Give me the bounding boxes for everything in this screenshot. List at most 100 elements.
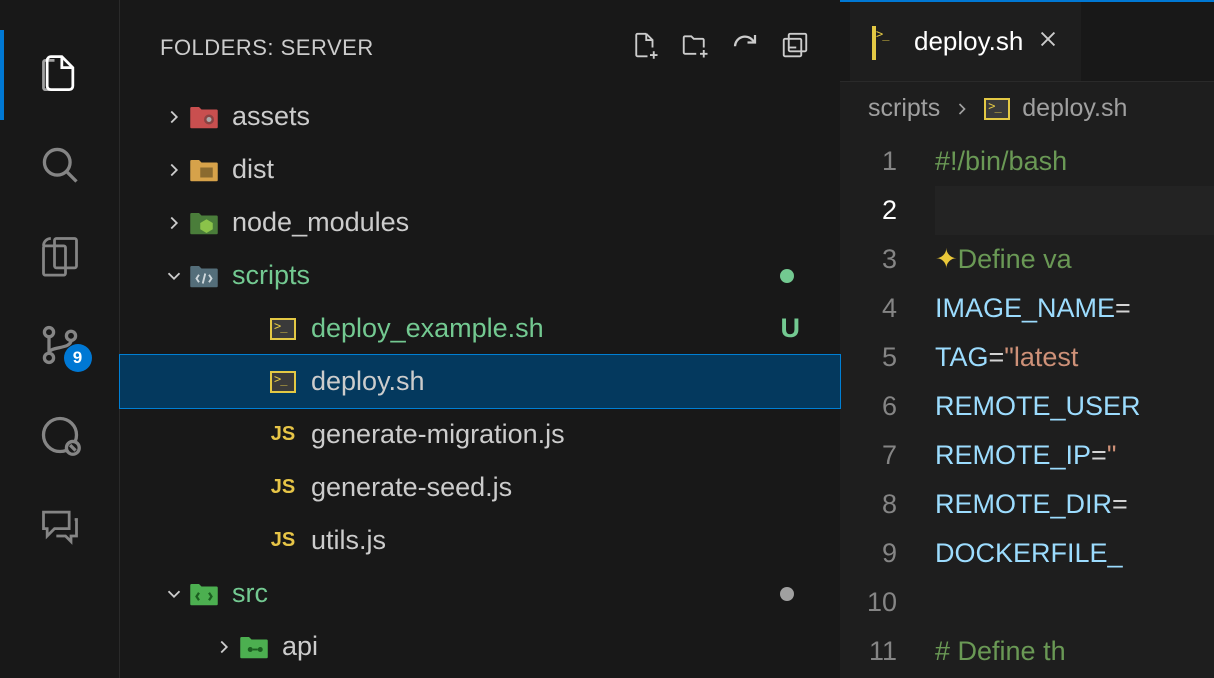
js-icon xyxy=(267,525,299,557)
activity-bar: 9 xyxy=(0,0,120,678)
refresh-button[interactable] xyxy=(730,30,760,65)
token-comment: #!/bin/bash xyxy=(935,146,1067,176)
git-status-badge: U xyxy=(781,313,801,344)
folder-src[interactable]: src xyxy=(120,567,840,620)
folder-assets[interactable]: assets xyxy=(120,90,840,143)
explorer-sidebar: FOLDERS: SERVER assets dist node_modulessc… xyxy=(120,0,840,678)
breadcrumb[interactable]: scripts deploy.sh xyxy=(840,82,1214,135)
code-line[interactable]: #!/bin/bash xyxy=(935,137,1214,186)
token-text: = xyxy=(1115,293,1131,323)
line-number: 1 xyxy=(840,137,897,186)
folder-api[interactable]: api xyxy=(120,620,840,673)
folder-node-icon xyxy=(188,207,220,239)
line-number: 9 xyxy=(840,529,897,578)
timeline-icon xyxy=(38,413,82,457)
shell-icon xyxy=(984,98,1010,120)
file-utils.js[interactable]: utils.js xyxy=(120,514,840,567)
breadcrumb-item[interactable]: deploy.sh xyxy=(1022,94,1127,123)
file-deploy_example.sh[interactable]: deploy_example.shU xyxy=(120,302,840,355)
file-generate-seed.js[interactable]: generate-seed.js xyxy=(120,461,840,514)
code-editor[interactable]: 1234567891011 #!/bin/bash✦Define vaIMAGE… xyxy=(840,135,1214,678)
folder-node_modules[interactable]: node_modules xyxy=(120,196,840,249)
code-line[interactable]: REMOTE_USER xyxy=(935,382,1214,431)
code-line[interactable] xyxy=(935,186,1214,235)
js-icon xyxy=(267,419,299,451)
file-deploy.sh[interactable]: deploy.sh xyxy=(120,355,840,408)
shell-icon xyxy=(872,28,900,56)
editor-tabs: deploy.sh xyxy=(840,0,1214,82)
outline-icon xyxy=(38,233,82,277)
tab-deploy-sh[interactable]: deploy.sh xyxy=(850,2,1081,81)
folder-scripts[interactable]: scripts xyxy=(120,249,840,302)
file-generate-migration.js[interactable]: generate-migration.js xyxy=(120,408,840,461)
folder-dist-icon xyxy=(188,154,220,186)
collapse-button[interactable] xyxy=(780,30,810,65)
code-line[interactable]: REMOTE_IP=" xyxy=(935,431,1214,480)
token-comment: Define va xyxy=(958,244,1072,274)
refresh-icon xyxy=(730,30,760,60)
new-file-button[interactable] xyxy=(630,30,660,65)
tree-label: src xyxy=(232,578,840,609)
chevron-right-icon[interactable] xyxy=(210,633,238,661)
new-folder-button[interactable] xyxy=(680,30,710,65)
code-line[interactable]: DOCKERFILE_ xyxy=(935,529,1214,578)
token-var: REMOTE_DIR xyxy=(935,489,1112,519)
git-dot-icon xyxy=(780,587,794,601)
tab-close-button[interactable] xyxy=(1037,26,1059,57)
chevron-down-icon[interactable] xyxy=(160,262,188,290)
line-number: 6 xyxy=(840,382,897,431)
line-number: 7 xyxy=(840,431,897,480)
breadcrumb-item[interactable]: scripts xyxy=(868,94,940,123)
code-line[interactable]: ✦Define va xyxy=(935,235,1214,284)
line-number: 5 xyxy=(840,333,897,382)
new-folder-icon xyxy=(680,30,710,60)
code-line[interactable]: IMAGE_NAME= xyxy=(935,284,1214,333)
line-number: 10 xyxy=(840,578,897,627)
activity-timeline[interactable] xyxy=(30,390,90,480)
line-gutter: 1234567891011 xyxy=(840,137,935,678)
folder-api-icon xyxy=(238,631,270,663)
code-line[interactable]: REMOTE_DIR= xyxy=(935,480,1214,529)
tree-label: node_modules xyxy=(232,207,840,238)
activity-chat[interactable] xyxy=(30,480,90,570)
tree-label: generate-migration.js xyxy=(311,419,840,450)
activity-source-control[interactable]: 9 xyxy=(30,300,90,390)
token-var: TAG xyxy=(935,342,989,372)
explorer-header: FOLDERS: SERVER xyxy=(120,0,840,90)
close-icon xyxy=(1037,28,1059,50)
token-str: "latest xyxy=(1004,342,1078,372)
tree-label: api xyxy=(282,631,840,662)
line-number: 3 xyxy=(840,235,897,284)
editor-area: deploy.sh scripts deploy.sh 123456789101… xyxy=(840,0,1214,678)
code-lines[interactable]: #!/bin/bash✦Define vaIMAGE_NAME=TAG="lat… xyxy=(935,137,1214,678)
line-number: 2 xyxy=(840,186,897,235)
activity-search[interactable] xyxy=(30,120,90,210)
code-line[interactable] xyxy=(935,578,1214,627)
tree-label: generate-seed.js xyxy=(311,472,840,503)
chat-icon xyxy=(38,503,82,547)
activity-explorer[interactable] xyxy=(30,30,90,120)
token-var: DOCKERFILE_ xyxy=(935,538,1123,568)
code-line[interactable]: # Define th xyxy=(935,627,1214,676)
folder-assets-icon xyxy=(188,101,220,133)
files-icon xyxy=(38,53,82,97)
chevron-down-icon[interactable] xyxy=(160,580,188,608)
token-var: REMOTE_IP xyxy=(935,440,1091,470)
activity-outline[interactable] xyxy=(30,210,90,300)
chevron-right-icon[interactable] xyxy=(160,156,188,184)
folder-dist[interactable]: dist xyxy=(120,143,840,196)
token-str: " xyxy=(1107,440,1117,470)
line-number: 4 xyxy=(840,284,897,333)
chevron-right-icon[interactable] xyxy=(160,209,188,237)
token-var: IMAGE_NAME xyxy=(935,293,1115,323)
line-number: 8 xyxy=(840,480,897,529)
folder-scripts-icon xyxy=(188,260,220,292)
git-dot-icon xyxy=(780,269,794,283)
chevron-right-icon xyxy=(952,99,972,119)
code-line[interactable]: TAG="latest xyxy=(935,333,1214,382)
token-sparkle: ✦ xyxy=(935,244,958,274)
chevron-right-icon[interactable] xyxy=(160,103,188,131)
tree-label: assets xyxy=(232,101,840,132)
collapse-icon xyxy=(780,30,810,60)
shell-icon xyxy=(267,366,299,398)
